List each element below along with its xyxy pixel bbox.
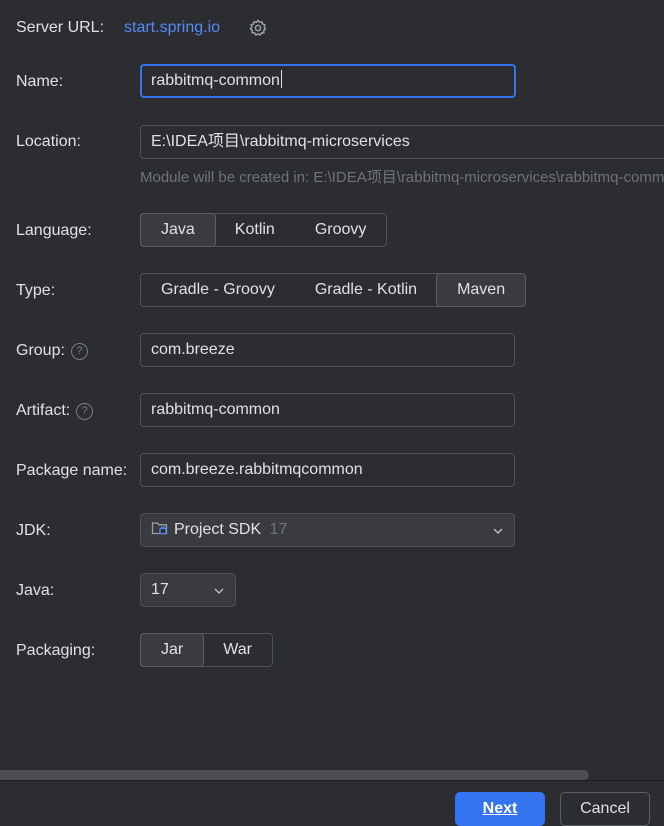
location-hint: Module will be created in: E:\IDEA项目\rab…: [140, 169, 664, 186]
language-option-groovy[interactable]: Groovy: [295, 214, 387, 246]
horizontal-scrollbar[interactable]: [0, 770, 589, 780]
jdk-label: JDK:: [16, 522, 51, 539]
help-icon[interactable]: ?: [70, 343, 88, 360]
packaging-option-jar[interactable]: Jar: [140, 633, 205, 667]
name-value: rabbitmq-common: [151, 72, 280, 89]
location-value: E:\IDEA项目\rabbitmq-microservices: [151, 133, 410, 150]
package-name-label: Package name:: [16, 462, 128, 479]
artifact-input[interactable]: rabbitmq-common: [140, 393, 515, 427]
language-option-kotlin[interactable]: Kotlin: [215, 214, 295, 246]
jdk-dropdown[interactable]: Project SDK 17: [140, 513, 515, 547]
type-option-maven[interactable]: Maven: [436, 273, 527, 307]
group-label: Group:?: [16, 341, 88, 361]
group-value: com.breeze: [151, 341, 235, 358]
artifact-value: rabbitmq-common: [151, 401, 280, 418]
packaging-option-war[interactable]: War: [203, 634, 272, 666]
next-button-label: Next: [482, 800, 518, 817]
language-label: Language:: [16, 222, 92, 239]
location-input[interactable]: E:\IDEA项目\rabbitmq-microservices: [140, 125, 664, 159]
folder-icon: [151, 516, 169, 535]
type-option-gradle-groovy[interactable]: Gradle - Groovy: [141, 274, 295, 306]
type-segmented: Gradle - Groovy Gradle - Kotlin Maven: [140, 273, 527, 307]
next-button[interactable]: Next: [455, 792, 545, 826]
language-option-java[interactable]: Java: [140, 213, 216, 247]
server-url-link[interactable]: start.spring.io: [124, 18, 220, 38]
group-input[interactable]: com.breeze: [140, 333, 515, 367]
gear-icon[interactable]: [248, 18, 268, 38]
text-caret: [280, 70, 282, 88]
language-segmented: Java Kotlin Groovy: [140, 213, 388, 247]
help-icon[interactable]: ?: [76, 403, 94, 420]
server-url-label: Server URL:: [16, 19, 105, 36]
location-label: Location:: [16, 133, 81, 150]
cancel-button[interactable]: Cancel: [560, 792, 650, 826]
artifact-label: Artifact:?: [16, 401, 94, 421]
packaging-segmented: Jar War: [140, 633, 273, 667]
jdk-value: Project SDK: [174, 521, 262, 538]
java-version-value: 17: [151, 581, 169, 598]
artifact-label-text: Artifact:: [16, 402, 71, 419]
name-label: Name:: [16, 73, 64, 90]
group-label-text: Group:: [16, 342, 65, 359]
jdk-version: 17: [269, 521, 288, 538]
type-label: Type:: [16, 282, 56, 299]
packaging-label: Packaging:: [16, 642, 96, 659]
package-name-value: com.breeze.rabbitmqcommon: [151, 461, 363, 478]
package-name-input[interactable]: com.breeze.rabbitmqcommon: [140, 453, 515, 487]
name-input[interactable]: rabbitmq-common: [140, 64, 516, 98]
java-version-dropdown[interactable]: 17: [140, 573, 236, 607]
chevron-down-icon: [214, 588, 224, 595]
java-label: Java:: [16, 582, 55, 599]
type-option-gradle-kotlin[interactable]: Gradle - Kotlin: [295, 274, 437, 306]
chevron-down-icon: [493, 528, 503, 535]
